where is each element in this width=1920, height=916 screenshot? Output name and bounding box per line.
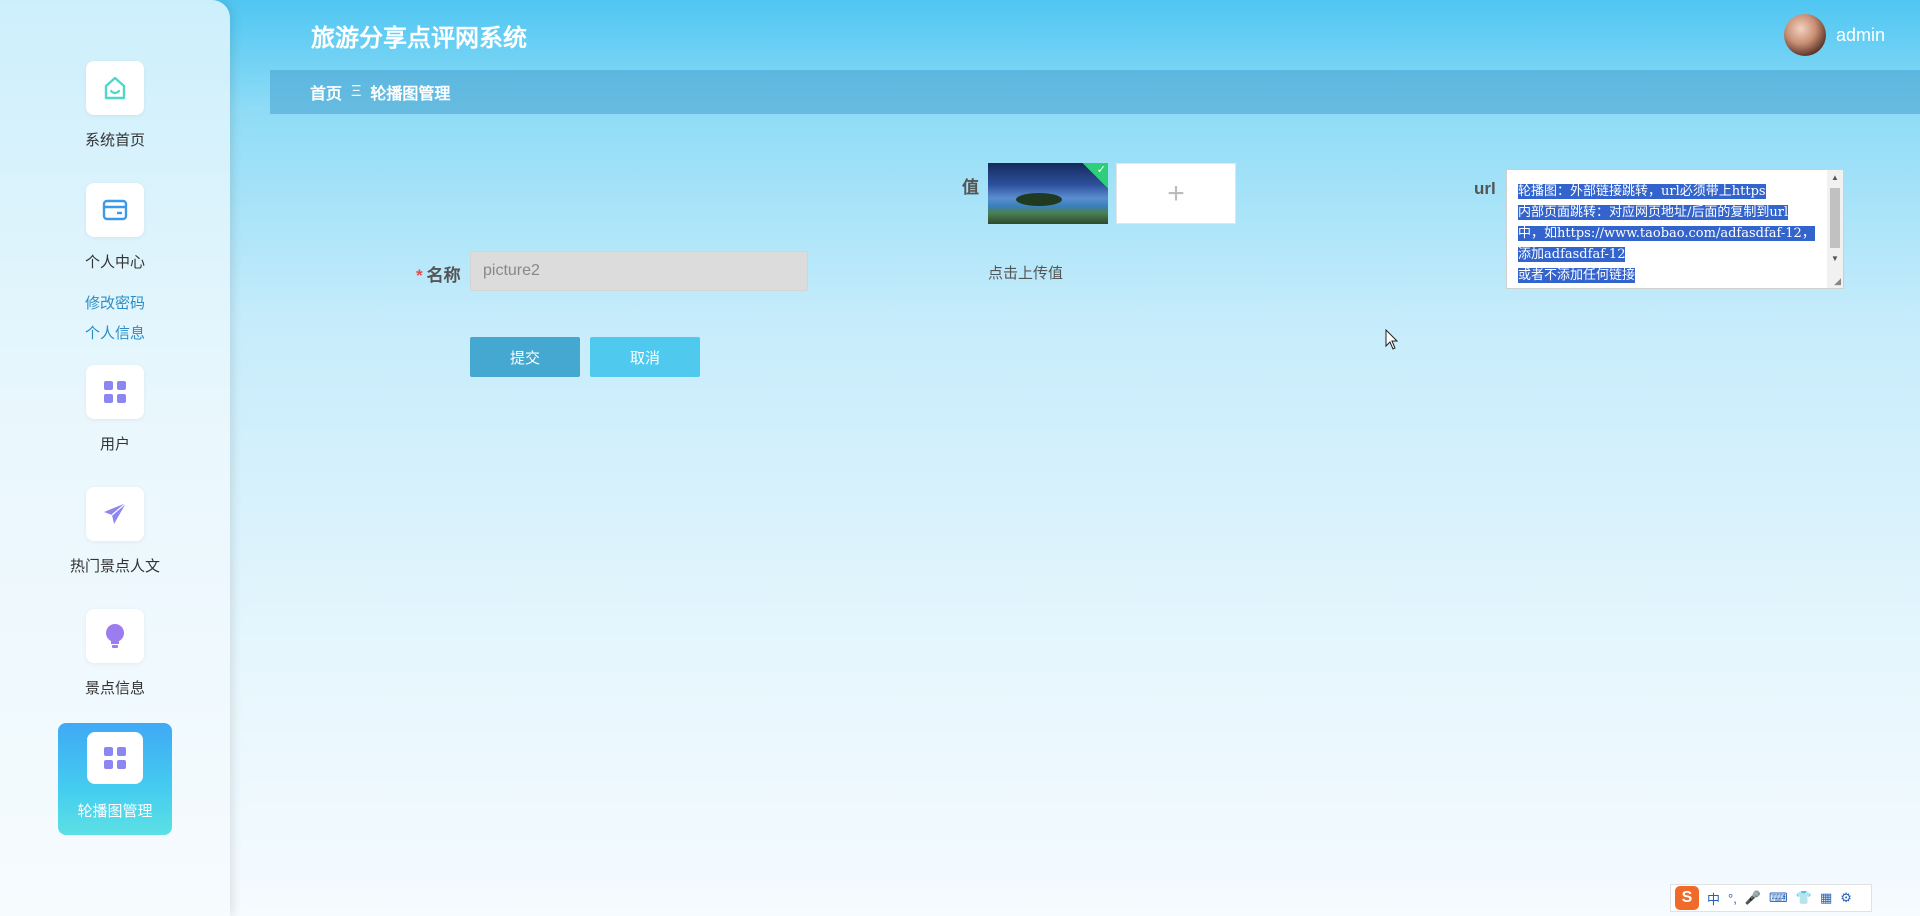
sidebar-item-label: 个人中心 bbox=[84, 254, 145, 271]
sidebar: 系统首页 个人中心 修改密码 个人信息 用户 热门景点人文 景点信息 轮播图管理 bbox=[0, 0, 230, 916]
user-menu[interactable]: admin bbox=[1783, 14, 1885, 56]
url-line: 添加adfasdfaf-12 bbox=[1518, 247, 1626, 262]
textarea-scrollbar[interactable]: ▲ ▼ bbox=[1827, 170, 1843, 288]
scroll-up-icon[interactable]: ▲ bbox=[1831, 173, 1839, 182]
url-label: url bbox=[1474, 179, 1496, 198]
app-title: 旅游分享点评网系统 bbox=[311, 25, 527, 52]
submenu-profile-info[interactable]: 个人信息 bbox=[58, 322, 172, 343]
name-label-text: 名称 bbox=[426, 266, 461, 285]
sidebar-item-home[interactable]: 系统首页 bbox=[58, 61, 172, 150]
sidebar-item-label: 系统首页 bbox=[84, 132, 145, 149]
home-icon bbox=[86, 61, 144, 115]
resize-handle-icon[interactable]: ◢ bbox=[1834, 276, 1841, 287]
grid-icon bbox=[87, 732, 143, 784]
url-text: 轮播图：外部链接跳转，url必须带上https 内部页面跳转：对应网页地址/后面… bbox=[1518, 181, 1825, 286]
breadcrumb: 首页 Ξ 轮播图管理 bbox=[270, 70, 1920, 114]
url-line: 内部页面跳转：对应网页地址/后面的复制到url bbox=[1518, 205, 1789, 220]
ime-toolbar[interactable]: S 中 °, 🎤 ⌨ 👕 ▦ ⚙ bbox=[1670, 884, 1872, 912]
sidebar-item-popular-spots[interactable]: 热门景点人文 bbox=[58, 487, 172, 576]
submit-button[interactable]: 提交 bbox=[470, 337, 580, 377]
value-label: 值 bbox=[962, 178, 979, 197]
breadcrumb-current: 轮播图管理 bbox=[370, 86, 451, 103]
scrollbar-thumb[interactable] bbox=[1830, 188, 1840, 248]
ime-microphone-icon[interactable]: 🎤 bbox=[1745, 890, 1761, 906]
wallet-icon bbox=[86, 183, 144, 237]
breadcrumb-home[interactable]: 首页 bbox=[310, 80, 342, 104]
lightbulb-icon bbox=[86, 609, 144, 663]
sidebar-item-label: 景点信息 bbox=[84, 680, 145, 697]
sidebar-item-label: 用户 bbox=[99, 436, 130, 453]
sidebar-item-profile[interactable]: 个人中心 bbox=[58, 183, 172, 272]
upload-button[interactable]: + bbox=[1116, 163, 1236, 224]
island-shape bbox=[1016, 193, 1062, 206]
cancel-button[interactable]: 取消 bbox=[590, 337, 700, 377]
ime-logo-icon[interactable]: S bbox=[1675, 886, 1699, 910]
sidebar-item-spot-info[interactable]: 景点信息 bbox=[58, 609, 172, 698]
name-label: * 名称 bbox=[416, 261, 461, 286]
check-icon: ✓ bbox=[1096, 164, 1106, 176]
url-textarea[interactable]: 轮播图：外部链接跳转，url必须带上https 内部页面跳转：对应网页地址/后面… bbox=[1506, 169, 1844, 289]
ime-skin-icon[interactable]: 👕 bbox=[1796, 890, 1812, 906]
url-line: 轮播图：外部链接跳转，url必须带上https bbox=[1518, 184, 1766, 199]
ime-toolbox-icon[interactable]: ▦ bbox=[1820, 890, 1832, 906]
sidebar-item-label: 轮播图管理 bbox=[77, 803, 153, 820]
sidebar-item-carousel-management[interactable]: 轮播图管理 bbox=[58, 723, 172, 835]
ime-settings-icon[interactable]: ⚙ bbox=[1840, 890, 1852, 906]
username[interactable]: admin bbox=[1836, 25, 1885, 46]
required-mark: * bbox=[416, 266, 423, 285]
mouse-cursor-icon bbox=[1385, 328, 1399, 356]
sidebar-item-label: 热门景点人文 bbox=[69, 558, 160, 575]
submenu-change-password[interactable]: 修改密码 bbox=[58, 292, 172, 313]
grid-icon bbox=[86, 365, 144, 419]
ime-punctuation-icon[interactable]: °, bbox=[1728, 891, 1737, 906]
url-line: 中，如https://www.taobao.com/adfasdfaf-12， bbox=[1518, 226, 1815, 241]
sidebar-item-users[interactable]: 用户 bbox=[58, 365, 172, 454]
ime-chinese-mode[interactable]: 中 bbox=[1707, 889, 1720, 908]
url-line: 或者不添加任何链接 bbox=[1518, 268, 1636, 283]
upload-tip: 点击上传值 bbox=[988, 265, 1064, 282]
ime-keyboard-icon[interactable]: ⌨ bbox=[1769, 890, 1788, 906]
avatar[interactable] bbox=[1783, 14, 1826, 56]
uploaded-image-thumbnail[interactable]: ✓ bbox=[988, 163, 1108, 224]
name-input[interactable] bbox=[470, 251, 808, 291]
scroll-down-icon[interactable]: ▼ bbox=[1831, 254, 1839, 263]
breadcrumb-separator: Ξ bbox=[351, 83, 362, 100]
paper-plane-icon bbox=[86, 487, 144, 541]
